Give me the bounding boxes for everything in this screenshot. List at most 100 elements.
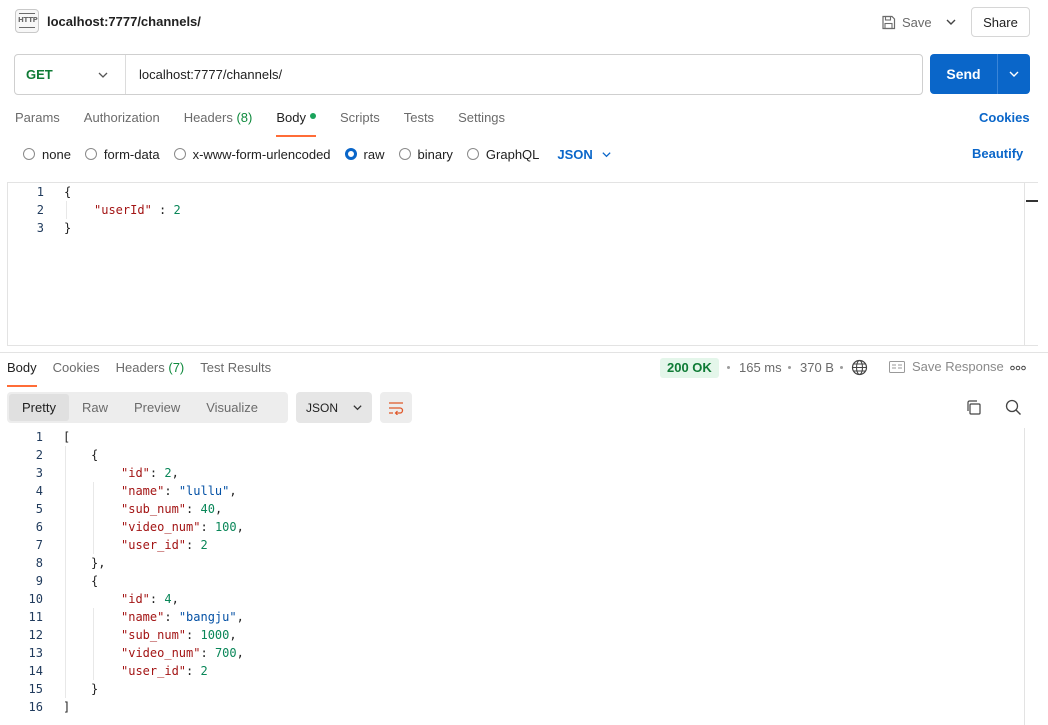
tab-body[interactable]: Body: [276, 110, 316, 137]
body-format-label: JSON: [557, 146, 593, 162]
send-button[interactable]: Send: [930, 54, 997, 94]
code-line: ]: [63, 700, 71, 714]
code-line: "name": "lullu",: [121, 484, 237, 498]
tab-test-results[interactable]: Test Results: [200, 360, 271, 380]
code-line: "sub_num": 40,: [121, 502, 223, 516]
tab-response-headers[interactable]: Headers (7): [116, 360, 185, 380]
code-line: "name": "bangju",: [121, 610, 244, 624]
body-format-select[interactable]: JSON: [557, 147, 611, 162]
divider: [0, 352, 1048, 353]
view-preview[interactable]: Preview: [121, 394, 193, 421]
line-number: 2: [35, 448, 43, 462]
radio-x-www-form-urlencoded[interactable]: x-www-form-urlencoded: [173, 147, 331, 162]
body-type-options: none form-data x-www-form-urlencoded raw…: [23, 146, 612, 162]
line-number: 2: [36, 203, 44, 217]
line-number: 5: [35, 502, 43, 516]
view-visualize[interactable]: Visualize: [193, 394, 271, 421]
indent-guide: [65, 446, 66, 698]
line-number: 14: [28, 664, 43, 678]
chevron-down-icon: [353, 405, 362, 411]
code-line: "userId" : 2: [94, 203, 181, 217]
line-number: 8: [35, 556, 43, 570]
save-response-label: Save Response: [912, 359, 1004, 374]
radio-graphql[interactable]: GraphQL: [466, 147, 539, 162]
code-line: {: [91, 448, 99, 462]
request-tabs: Params Authorization Headers (8) Body Sc…: [15, 110, 529, 137]
code-line: "user_id": 2: [121, 538, 208, 552]
globe-icon[interactable]: [851, 359, 868, 376]
url-bar: GET: [14, 54, 923, 95]
code-line: "id": 4,: [121, 592, 179, 606]
send-options-button[interactable]: [998, 54, 1030, 94]
line-number: 11: [28, 610, 43, 624]
line-number: 13: [28, 646, 43, 660]
save-response-button[interactable]: Save Response: [889, 359, 1004, 374]
tab-tests[interactable]: Tests: [404, 110, 434, 130]
response-tabs: Body Cookies Headers (7) Test Results: [7, 360, 287, 387]
response-view-modes: Pretty Raw Preview Visualize: [7, 392, 288, 423]
tab-headers[interactable]: Headers (8): [184, 110, 253, 130]
line-number: 15: [28, 682, 43, 696]
view-pretty[interactable]: Pretty: [9, 394, 69, 421]
more-options-icon[interactable]: [1010, 365, 1026, 371]
code-line: "video_num": 100,: [121, 520, 244, 534]
share-button[interactable]: Share: [971, 7, 1030, 37]
request-body-editor[interactable]: 1 2 3 { "userId" : 2 }: [7, 182, 1038, 346]
example-icon: [889, 360, 905, 373]
code-brace: }: [64, 221, 72, 235]
tab-params[interactable]: Params: [15, 110, 60, 130]
line-number: 4: [35, 484, 43, 498]
response-format-label: JSON: [306, 400, 339, 415]
line-number: 12: [28, 628, 43, 642]
wrap-lines-icon: [389, 401, 404, 415]
cookies-link[interactable]: Cookies: [979, 110, 1030, 125]
headers-count: (8): [236, 110, 253, 125]
http-icon-label: HTTP: [18, 16, 38, 24]
method-select[interactable]: GET: [15, 55, 126, 94]
search-icon[interactable]: [1005, 399, 1022, 416]
line-number: 7: [35, 538, 43, 552]
url-input[interactable]: [126, 55, 922, 94]
tab-response-body[interactable]: Body: [7, 360, 37, 387]
copy-icon[interactable]: [965, 399, 982, 416]
code-line: [: [63, 430, 71, 444]
save-button[interactable]: Save: [881, 11, 932, 33]
wrap-lines-button[interactable]: [380, 392, 412, 423]
tab-settings[interactable]: Settings: [458, 110, 505, 130]
radio-none[interactable]: none: [23, 147, 71, 162]
line-number: 3: [35, 466, 43, 480]
radio-raw[interactable]: raw: [344, 147, 385, 162]
response-format-select[interactable]: JSON: [296, 392, 372, 423]
code-line: "sub_num": 1000,: [121, 628, 237, 642]
indent-guide: [93, 482, 94, 554]
save-options-chevron-icon[interactable]: [944, 15, 958, 29]
view-raw[interactable]: Raw: [69, 394, 121, 421]
radio-form-data[interactable]: form-data: [84, 147, 160, 162]
tab-authorization[interactable]: Authorization: [84, 110, 160, 130]
save-icon: [882, 15, 896, 29]
body-modified-dot: [309, 113, 316, 119]
indent-guide: [93, 608, 94, 680]
line-number: 3: [36, 221, 44, 235]
request-title[interactable]: localhost:7777/channels/: [47, 14, 201, 29]
line-number: 1: [35, 430, 43, 444]
response-time[interactable]: 165 ms: [739, 360, 782, 375]
code-brace: {: [64, 185, 72, 199]
response-scrollbar[interactable]: [1024, 428, 1038, 725]
chevron-down-icon: [1009, 71, 1019, 77]
status-badge[interactable]: 200 OK: [660, 358, 719, 378]
tab-scripts[interactable]: Scripts: [340, 110, 380, 130]
chevron-down-icon: [602, 151, 611, 157]
code-line: {: [91, 574, 99, 588]
code-line: "video_num": 700,: [121, 646, 244, 660]
request-header: HTTP localhost:7777/channels/ Save Share: [0, 0, 1048, 44]
editor-scrollbar[interactable]: [1024, 183, 1038, 345]
response-size[interactable]: 370 B: [800, 360, 834, 375]
line-number: 9: [35, 574, 43, 588]
code-line: }: [91, 682, 99, 696]
radio-binary[interactable]: binary: [398, 147, 453, 162]
send-button-group: Send: [930, 54, 1030, 94]
beautify-button[interactable]: Beautify: [972, 146, 1023, 161]
method-label: GET: [26, 67, 53, 82]
tab-response-cookies[interactable]: Cookies: [53, 360, 100, 380]
